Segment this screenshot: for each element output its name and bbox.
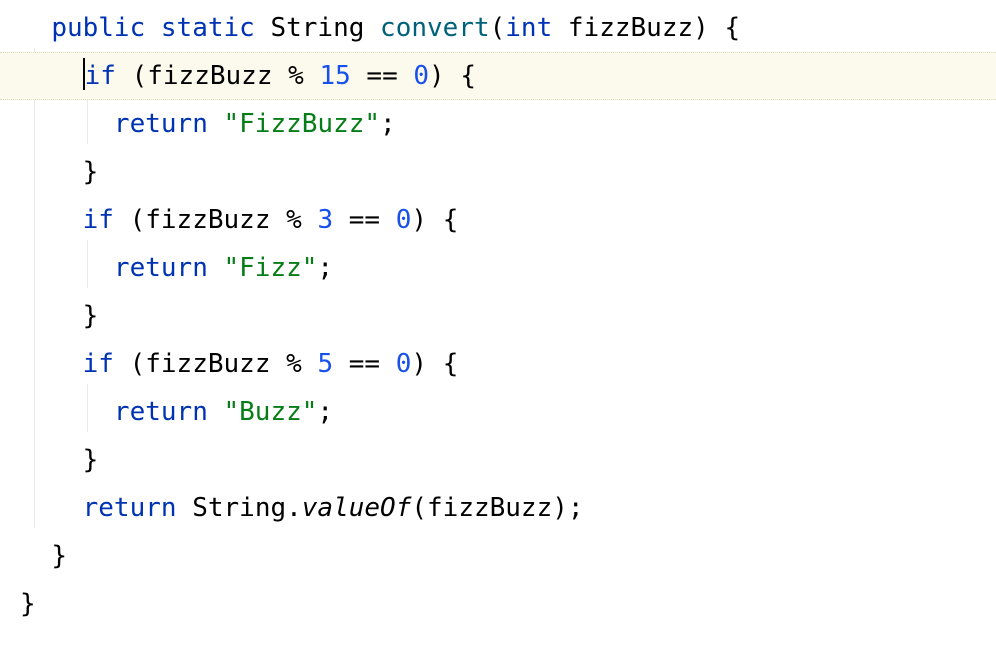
code-editor[interactable]: public static String convert(int fizzBuz… <box>0 0 996 628</box>
code-line[interactable]: } <box>20 580 996 628</box>
code-line-active[interactable]: if (fizzBuzz % 15 == 0) { <box>0 52 996 100</box>
paren-open: ( <box>130 196 146 244</box>
variable: fizzBuzz <box>427 484 552 532</box>
variable: fizzBuzz <box>145 196 270 244</box>
op-mod: % <box>286 196 302 244</box>
keyword-return: return <box>83 484 177 532</box>
brace-close: } <box>83 292 99 340</box>
brace-close: } <box>51 532 67 580</box>
code-line[interactable]: if (fizzBuzz % 3 == 0) { <box>20 196 996 244</box>
number-literal: 5 <box>317 340 333 388</box>
brace-open: { <box>724 4 740 52</box>
keyword-if: if <box>83 196 114 244</box>
type-string: String <box>270 4 364 52</box>
variable: fizzBuzz <box>147 52 272 100</box>
number-literal: 15 <box>319 52 350 100</box>
paren-close: ) <box>411 196 427 244</box>
number-literal: 0 <box>396 196 412 244</box>
brace-open: { <box>460 52 476 100</box>
type-string: String <box>192 484 286 532</box>
keyword-if: if <box>85 52 116 100</box>
text-cursor <box>83 58 85 90</box>
method-name: convert <box>380 4 490 52</box>
keyword-return: return <box>114 244 208 292</box>
number-literal: 3 <box>317 196 333 244</box>
keyword-if: if <box>83 340 114 388</box>
semicolon: ; <box>380 100 396 148</box>
string-literal: "FizzBuzz" <box>224 100 381 148</box>
param-name: fizzBuzz <box>568 4 693 52</box>
variable: fizzBuzz <box>145 340 270 388</box>
number-literal: 0 <box>413 52 429 100</box>
semicolon: ; <box>317 244 333 292</box>
code-line[interactable]: return "Fizz"; <box>20 244 996 292</box>
semicolon: ; <box>317 388 333 436</box>
brace-close: } <box>20 580 36 628</box>
static-method: valueOf <box>302 484 412 532</box>
brace-close: } <box>83 148 99 196</box>
number-literal: 0 <box>396 340 412 388</box>
keyword-int: int <box>505 4 552 52</box>
brace-open: { <box>443 196 459 244</box>
keyword-return: return <box>114 388 208 436</box>
code-line[interactable]: return "FizzBuzz"; <box>20 100 996 148</box>
code-line[interactable]: return "Buzz"; <box>20 388 996 436</box>
code-line[interactable]: } <box>20 292 996 340</box>
brace-open: { <box>443 340 459 388</box>
op-eq: == <box>349 196 380 244</box>
code-line[interactable]: if (fizzBuzz % 5 == 0) { <box>20 340 996 388</box>
dot: . <box>286 484 302 532</box>
code-line[interactable]: public static String convert(int fizzBuz… <box>20 4 996 52</box>
semicolon: ; <box>568 484 584 532</box>
op-eq: == <box>349 340 380 388</box>
paren-close: ) <box>411 340 427 388</box>
string-literal: "Fizz" <box>224 244 318 292</box>
keyword-public: public <box>51 4 145 52</box>
code-line[interactable]: } <box>20 148 996 196</box>
brace-close: } <box>83 436 99 484</box>
paren-open: ( <box>132 52 148 100</box>
keyword-static: static <box>161 4 255 52</box>
op-mod: % <box>286 340 302 388</box>
keyword-return: return <box>114 100 208 148</box>
paren-close: ) <box>429 52 445 100</box>
string-literal: "Buzz" <box>224 388 318 436</box>
paren-open: ( <box>411 484 427 532</box>
paren-open: ( <box>490 4 506 52</box>
paren-close: ) <box>552 484 568 532</box>
paren-open: ( <box>130 340 146 388</box>
code-line[interactable]: } <box>20 436 996 484</box>
op-eq: == <box>366 52 397 100</box>
paren-close: ) <box>693 4 709 52</box>
code-line[interactable]: } <box>20 532 996 580</box>
op-mod: % <box>288 52 304 100</box>
code-line[interactable]: return String.valueOf(fizzBuzz); <box>20 484 996 532</box>
